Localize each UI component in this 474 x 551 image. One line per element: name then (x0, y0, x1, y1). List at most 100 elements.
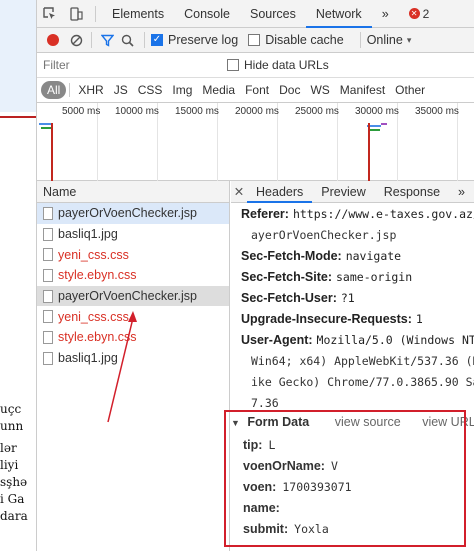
file-icon (43, 289, 53, 303)
type-ws[interactable]: WS (305, 81, 334, 99)
request-name: style.ebyn.css (58, 268, 137, 283)
header-value: Win64; x64) AppleWebKit/537.36 (KH (251, 354, 474, 368)
header-value: ike Gecko) Chrome/77.0.3865.90 Saf (251, 375, 474, 389)
request-row[interactable]: payerOrVoenChecker.jsp (37, 285, 229, 307)
name-column-header[interactable]: Name (37, 181, 229, 203)
filter-icon[interactable] (98, 34, 116, 47)
error-icon: ✕ (408, 8, 420, 19)
inspect-element-icon[interactable] (37, 0, 63, 28)
type-separator (69, 83, 71, 97)
request-headers-list: Referer: https://www.e-taxes.gov.az/ayerO… (231, 203, 474, 414)
header-line: ayerOrVoenChecker.jsp (231, 225, 474, 246)
preserve-log-label[interactable]: Preserve log (168, 33, 238, 47)
tab-elements[interactable]: Elements (102, 0, 174, 28)
search-icon[interactable] (116, 34, 138, 47)
file-icon (43, 206, 53, 220)
request-row[interactable]: basliq1.jpg (37, 224, 229, 245)
overview-tick-label: 5000 ms (62, 106, 101, 117)
request-row[interactable]: payerOrVoenChecker.jsp (37, 203, 229, 224)
header-key: Sec-Fetch-User: (241, 291, 337, 305)
tab-sources[interactable]: Sources (240, 0, 306, 28)
request-name: yeni_css.css (58, 309, 129, 324)
page-text: liyi (0, 458, 19, 472)
type-manifest[interactable]: Manifest (335, 81, 390, 99)
error-count: 2 (422, 6, 430, 21)
page-text: uçc (0, 402, 22, 416)
header-line: Win64; x64) AppleWebKit/537.36 (KH (231, 351, 474, 372)
header-value: 1 (415, 312, 423, 326)
header-key: Sec-Fetch-Mode: (241, 249, 342, 263)
page-text: dara (0, 509, 28, 523)
request-name: payerOrVoenChecker.jsp (58, 289, 197, 304)
tab-headers[interactable]: Headers (247, 181, 313, 203)
record-icon[interactable] (47, 34, 59, 46)
disable-cache-checkbox[interactable] (248, 34, 261, 46)
request-row[interactable]: yeni_css.css (37, 306, 229, 327)
header-value: same-origin (336, 270, 413, 284)
hide-data-urls-label[interactable]: Hide data URLs (244, 58, 329, 72)
preserve-log-checkbox[interactable]: ✓ (151, 34, 163, 46)
tab-network[interactable]: Network (305, 0, 372, 28)
toolbar-separator (359, 32, 361, 48)
type-media[interactable]: Media (197, 81, 240, 99)
type-xhr[interactable]: XHR (73, 81, 108, 99)
overview-request-bar (41, 127, 51, 129)
type-doc[interactable]: Doc (274, 81, 305, 99)
page-text: lər (0, 441, 17, 455)
header-line: Sec-Fetch-User: ?1 (231, 288, 474, 309)
device-toolbar-icon[interactable] (63, 0, 89, 28)
request-row[interactable]: yeni_css.css (37, 244, 229, 265)
overview-tick-label: 30000 ms (355, 106, 399, 117)
resource-type-bar: All XHR JS CSS Img Media Font Doc WS Man… (37, 78, 474, 103)
network-overview[interactable]: 5000 ms 10000 ms 15000 ms 20000 ms 25000… (37, 103, 474, 181)
tab-response[interactable]: Response (375, 181, 449, 203)
header-key: Referer: (241, 207, 289, 221)
throttle-select[interactable]: Online (367, 33, 403, 47)
filter-input[interactable] (41, 55, 217, 75)
toolbar-separator (91, 32, 92, 48)
header-line: Sec-Fetch-Site: same-origin (231, 267, 474, 288)
request-rows: payerOrVoenChecker.jsp basliq1.jpg yeni_cs… (37, 203, 229, 369)
header-key: Upgrade-Insecure-Requests: (241, 312, 412, 326)
background-page: uçc unn lər liyi sşhə i Ga dara (0, 0, 37, 551)
type-img[interactable]: Img (167, 81, 197, 99)
hide-data-urls-checkbox[interactable] (227, 59, 239, 71)
header-value: ?1 (340, 291, 355, 305)
chevron-down-icon[interactable]: ▾ (407, 35, 412, 46)
network-toolbar: ✓ Preserve log Disable cache Online ▾ (37, 28, 474, 53)
overview-load-line (368, 123, 370, 181)
overview-tick-label: 15000 ms (175, 106, 219, 117)
overview-request-bar (381, 123, 387, 125)
page-divider (0, 116, 36, 118)
file-icon (43, 351, 53, 365)
error-counter[interactable]: ✕ 2 (408, 6, 430, 21)
tab-preview[interactable]: Preview (312, 181, 374, 203)
type-js[interactable]: JS (109, 81, 133, 99)
type-font[interactable]: Font (240, 81, 274, 99)
type-css[interactable]: CSS (133, 81, 168, 99)
request-name: payerOrVoenChecker.jsp (58, 206, 197, 221)
overview-tick-label: 20000 ms (235, 106, 279, 117)
more-detail-tabs-button[interactable]: » (449, 181, 474, 203)
type-other[interactable]: Other (390, 81, 430, 99)
request-name: basliq1.jpg (58, 227, 118, 242)
file-icon (43, 227, 53, 241)
more-tabs-button[interactable]: » (372, 0, 399, 28)
page-text: unn (0, 419, 24, 433)
header-line: Upgrade-Insecure-Requests: 1 (231, 309, 474, 330)
request-row[interactable]: basliq1.jpg (37, 348, 229, 369)
disable-cache-label[interactable]: Disable cache (265, 33, 344, 47)
file-icon (43, 330, 53, 344)
type-all[interactable]: All (41, 81, 67, 99)
requests-list: Name payerOrVoenChecker.jsp basliq1.jpg ye… (37, 181, 230, 551)
header-value: navigate (345, 249, 402, 263)
request-row[interactable]: style.ebyn.css (37, 265, 229, 286)
tab-console[interactable]: Console (174, 0, 240, 28)
file-icon (43, 310, 53, 324)
close-icon[interactable]: ✕ (231, 184, 247, 199)
header-line: Sec-Fetch-Mode: navigate (231, 246, 474, 267)
clear-icon[interactable] (67, 34, 85, 47)
header-line: User-Agent: Mozilla/5.0 (Windows NT (231, 330, 474, 351)
request-name: yeni_css.css (58, 247, 129, 262)
request-row[interactable]: style.ebyn.css (37, 327, 229, 348)
